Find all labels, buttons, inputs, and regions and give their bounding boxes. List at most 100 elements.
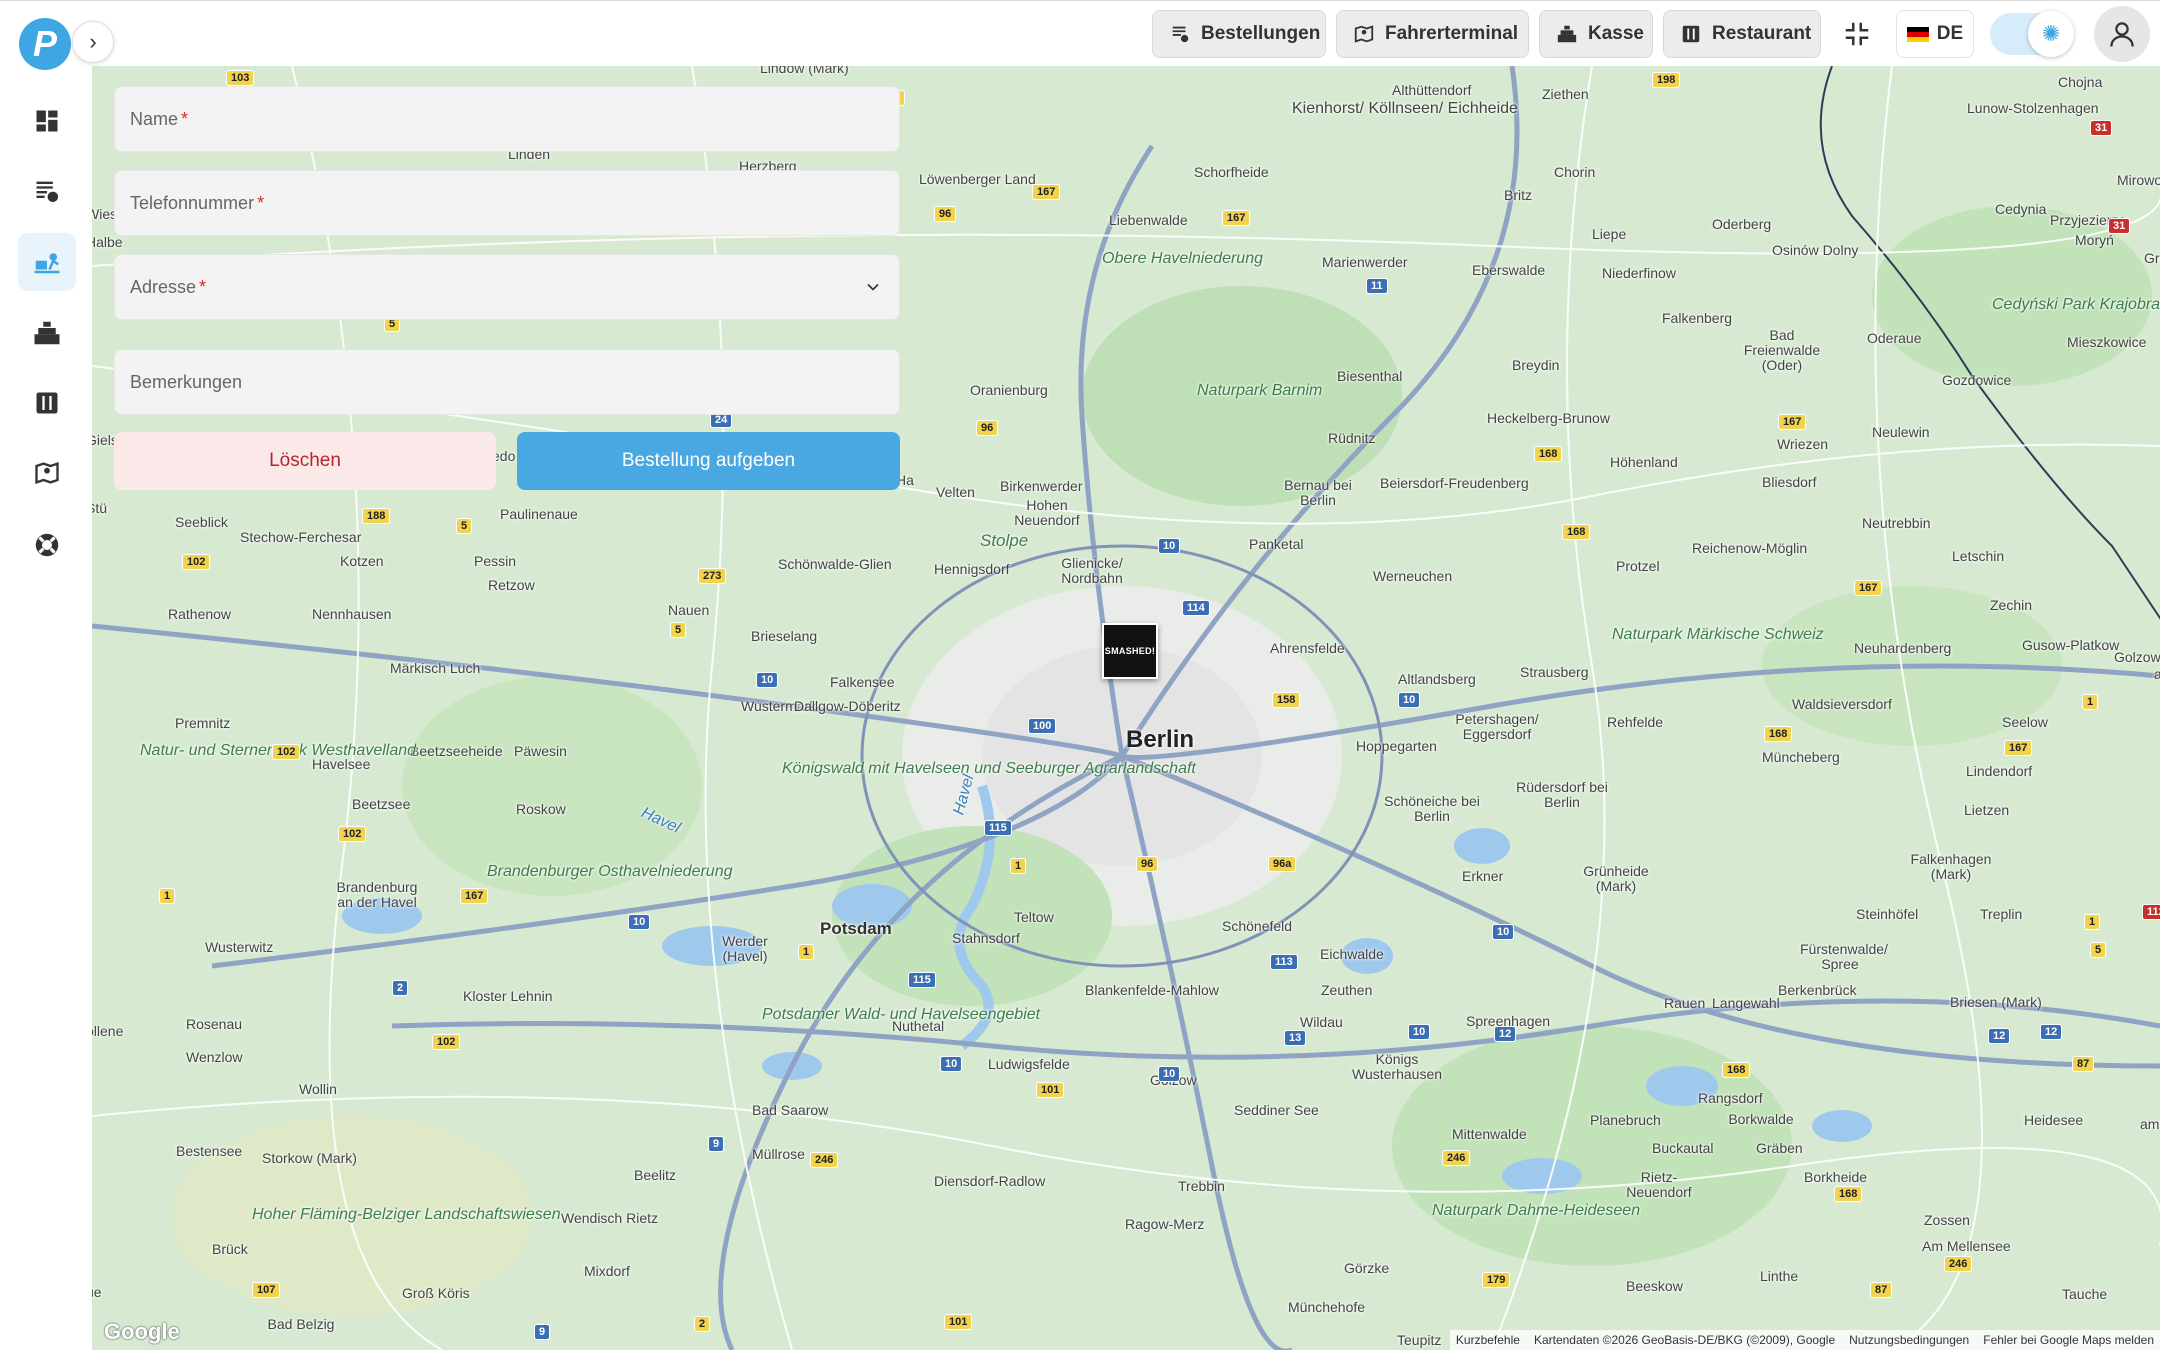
road-shield: 10 (1158, 538, 1181, 554)
map-place-label: Lietzen (1964, 802, 2010, 818)
map-place-label: Biesenthal (1337, 368, 1403, 384)
address-select[interactable]: Adresse * (114, 254, 900, 320)
map-place-label: Steinhöfel (1856, 906, 1919, 922)
road-shield: 13 (1284, 1030, 1307, 1046)
terms-link[interactable]: Nutzungsbedingungen (1849, 1333, 1969, 1347)
map-place-label: Osinów Dolny (1772, 242, 1859, 258)
map-place-label: Müncheberg (1762, 749, 1840, 765)
restaurant-button[interactable]: Restaurant (1663, 10, 1821, 58)
map-place-label: Dallgow-Döberitz (794, 698, 901, 714)
map-place-label: Chojna (2058, 74, 2103, 90)
road-shield: 10 (1492, 924, 1515, 940)
expand-sidebar-button[interactable]: › (72, 21, 114, 63)
top-bar: P › Bestellungen Fahrerterminal Kasse Re… (0, 0, 2160, 70)
map-place-label: Teltow (1014, 909, 1054, 925)
user-avatar[interactable] (2094, 6, 2150, 62)
map-place-label: Seddiner See (1234, 1102, 1319, 1118)
map-place-label: Oderberg (1712, 216, 1772, 232)
report-error-link[interactable]: Fehler bei Google Maps melden (1983, 1333, 2154, 1347)
map-place-label: Neutrebbin (1862, 515, 1931, 531)
road-shield: 101 (944, 1314, 973, 1330)
map-place-label: Beelitz (634, 1167, 677, 1183)
map-park-label: Hoher Fläming-Belziger Landschaftswiesen (252, 1206, 561, 1223)
road-shield: 5 (2090, 942, 2107, 958)
language-label: DE (1936, 23, 1964, 44)
map-place-label: Neulewin (1872, 424, 1930, 440)
language-selector[interactable]: DE (1896, 10, 1974, 58)
map-place-label: Premnitz (175, 715, 231, 731)
sidebar-item-new-order[interactable] (18, 233, 76, 291)
sidebar-item-dashboard[interactable] (18, 92, 76, 150)
map-pin-icon (1353, 23, 1375, 45)
restaurant-marker[interactable]: SMASHED! (1102, 623, 1158, 679)
cashier-button[interactable]: Kasse (1539, 10, 1653, 58)
place-order-button[interactable]: Bestellung aufgeben (517, 432, 900, 490)
map-place-label: Bad Belzig (267, 1316, 335, 1332)
map-place-label: Bad Saarow (752, 1102, 829, 1118)
map-place-label: Eichwalde (1320, 946, 1384, 962)
map-place-label: abower (2154, 666, 2160, 682)
exit-fullscreen-icon[interactable] (1842, 19, 1872, 49)
map-place-label: Rathenow (168, 606, 232, 622)
map-place-label: Glienicke/ Nordbahn (1061, 555, 1123, 586)
road-shield: 167 (1778, 414, 1807, 430)
sidebar-item-restaurant[interactable] (18, 374, 76, 432)
app-logo[interactable]: P (19, 18, 71, 70)
road-shield: 168 (1534, 446, 1563, 462)
road-shield: 96a (1268, 856, 1297, 872)
sidebar-item-cashier[interactable] (18, 304, 76, 362)
map-place-label: Rosenau (186, 1016, 243, 1032)
map-place-label: Storkow (Mark) (262, 1150, 357, 1166)
phone-field[interactable]: Telefonnummer * (114, 170, 900, 236)
map-place-label: Ziethen (1542, 86, 1589, 102)
map-place-label: ue (92, 1284, 102, 1300)
road-shield: 102 (338, 826, 367, 842)
map-place-label: Planebruch (1590, 1112, 1661, 1128)
map-place-label: Halbe (92, 234, 123, 250)
road-shield: 103 (226, 70, 255, 86)
delete-button[interactable]: Löschen (114, 432, 496, 490)
map-park-label: Cedyński Park Krajobrazowy (1992, 296, 2160, 313)
road-shield: 10 (940, 1056, 963, 1072)
map-place-label: Schönwalde-Glien (778, 556, 892, 572)
lifebuoy-icon (35, 533, 59, 557)
sidebar-item-orders[interactable] (18, 162, 76, 220)
map-park-label: Naturpark Märkische Schweiz (1612, 626, 1824, 643)
map-place-label: Grünheide (Mark) (1583, 863, 1649, 894)
road-shield: 10 (756, 672, 779, 688)
map-place-label: Wusterwitz (205, 939, 274, 955)
map-place-label: Schönefeld (1222, 918, 1293, 934)
road-shield: 2 (392, 980, 409, 996)
map-place-label: Golzow (2114, 649, 2160, 665)
map-place-label: Protzel (1616, 558, 1660, 574)
sidebar-item-support[interactable] (18, 516, 76, 574)
map-place-label: Rauen (1664, 995, 1706, 1011)
map-place-label: Stolpe (980, 531, 1029, 550)
map-place-label: Groß Köris (402, 1285, 470, 1301)
map-place-label: Velten (936, 484, 975, 500)
map-place-label: Brieselang (751, 628, 818, 644)
map-place-label: Waldsieversdorf (1792, 696, 1892, 712)
remarks-field[interactable]: Bemerkungen (114, 349, 900, 415)
driver-terminal-button[interactable]: Fahrerterminal (1336, 10, 1529, 58)
theme-toggle[interactable]: ✺ (1990, 11, 2074, 57)
road-shield: 167 (1032, 184, 1061, 200)
road-shield: 102 (432, 1034, 461, 1050)
orders-button[interactable]: Bestellungen (1152, 10, 1326, 58)
road-shield: 5 (456, 518, 473, 534)
map-park-label: Naturpark Dahme-Heideseen (1432, 1202, 1641, 1219)
map-place-label: Rangsdorf (1698, 1090, 1763, 1106)
keyboard-shortcuts-link[interactable]: Kurzbefehle (1456, 1333, 1520, 1347)
map-place-label: Teupitz (1397, 1332, 1442, 1348)
map-place-label: Oranienburg (970, 382, 1048, 398)
utensils-icon (36, 392, 58, 414)
map-data-text: Kartendaten ©2026 GeoBasis-DE/BKG (©2009… (1533, 1333, 1836, 1347)
road-shield: 115 (908, 972, 936, 988)
german-flag-icon (1906, 26, 1929, 42)
chevron-right-icon: › (89, 29, 97, 54)
sidebar-item-driver-map[interactable] (18, 444, 76, 502)
map-place-label: ollene (92, 1023, 124, 1039)
required-marker: * (181, 108, 189, 129)
road-shield: 87 (1870, 1282, 1893, 1298)
name-field[interactable]: Name * (114, 86, 900, 152)
